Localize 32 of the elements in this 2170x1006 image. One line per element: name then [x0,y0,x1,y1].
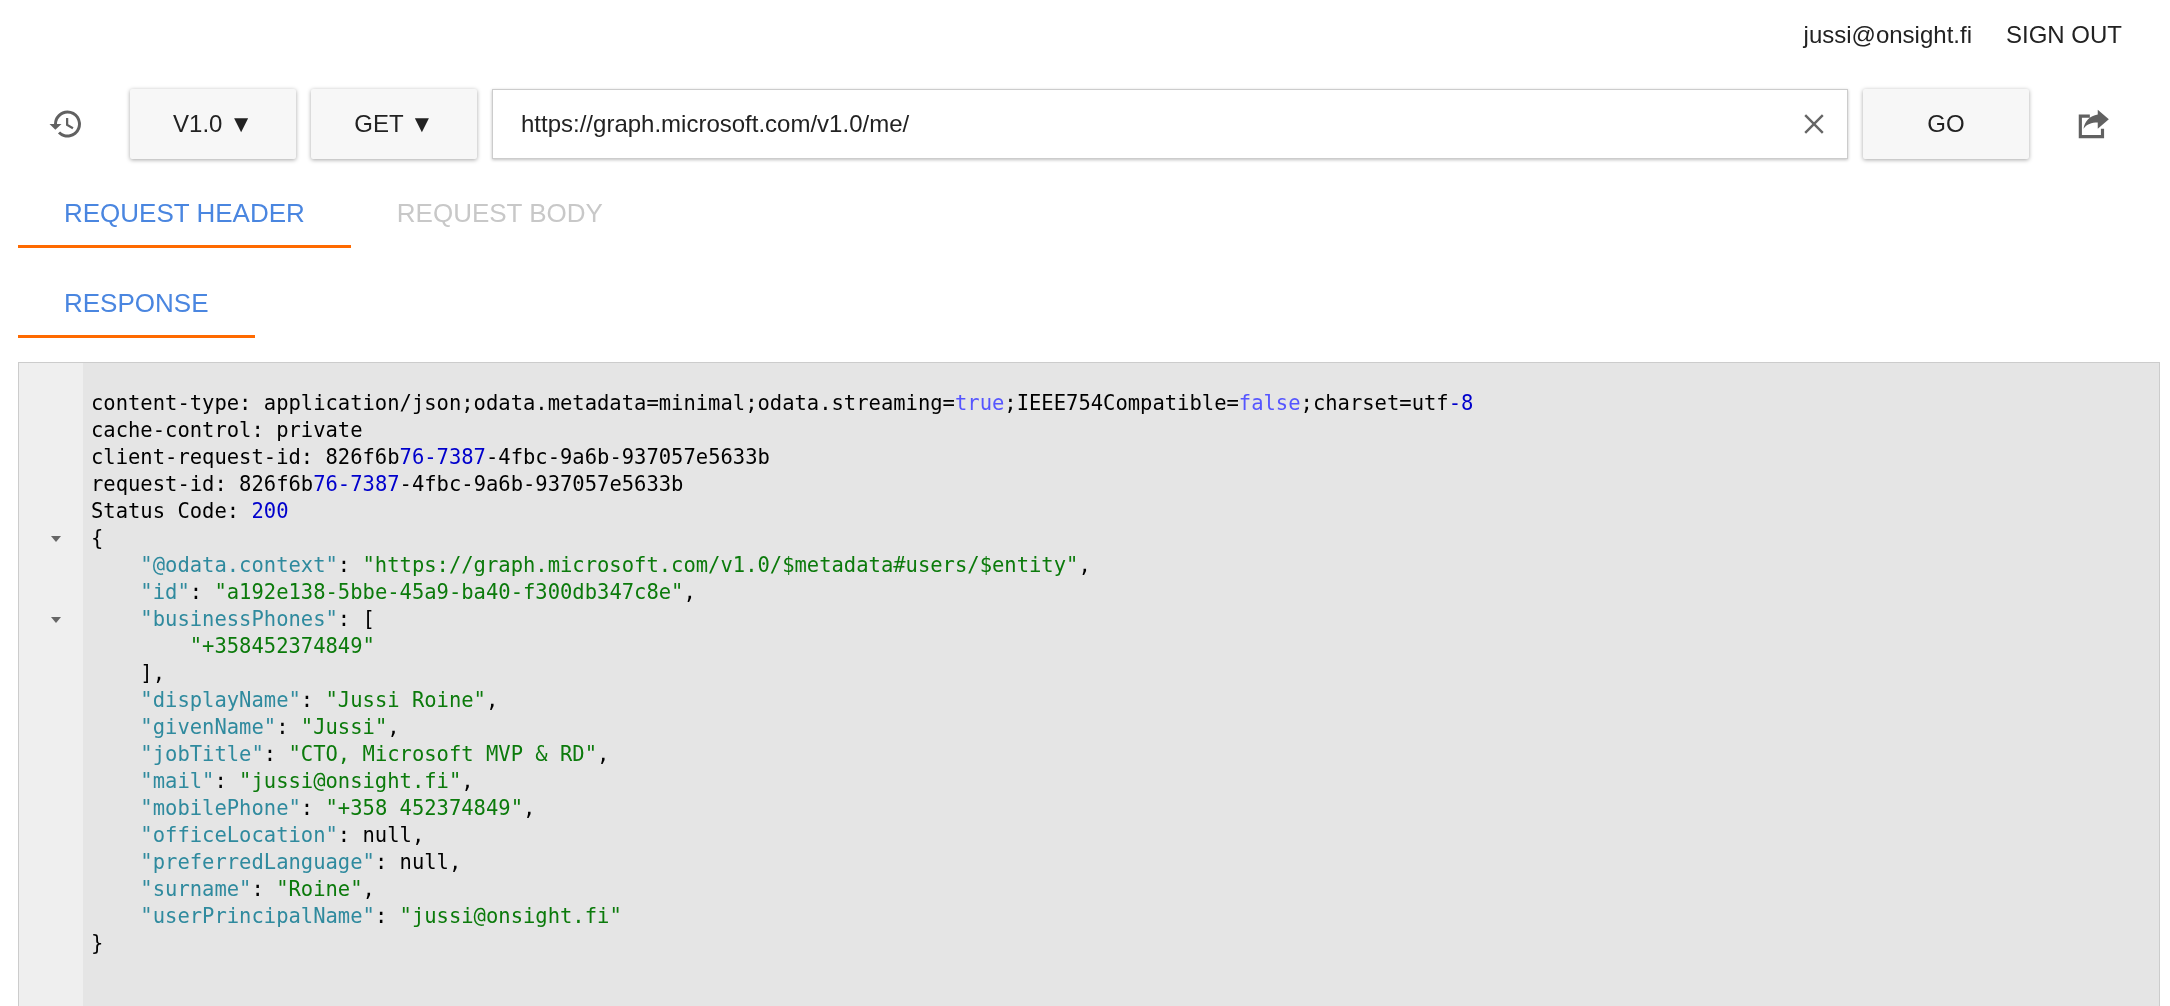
code-line: "jobTitle": "CTO, Microsoft MVP & RD", [139,742,610,766]
code-line: "mobilePhone": "+358 452374849", [139,796,536,820]
clear-icon[interactable] [1803,113,1825,135]
code-line: "givenName": "Jussi", [139,715,400,739]
code-line: content-type: application/json;odata.metadata=minimal;odata.streaming=true;IEEE754Compatible=false;charset=utf-8 [91,391,1474,415]
code-line: "id": "a192e138-5bbe-45a9-ba40-f300db347c8e", [139,580,696,604]
code-line: { [91,526,104,550]
url-field[interactable]: https://graph.microsoft.com/v1.0/me/ [492,89,1848,159]
code-line: "preferredLanguage": null, [139,850,462,874]
code-line: cache-control: private [91,418,363,442]
user-email: jussi@onsight.fi [1803,21,1972,49]
code-line: "@odata.context": "https://graph.microsoft.com/v1.0/$metadata#users/$entity", [139,553,1091,577]
fold-caret-icon[interactable] [51,535,61,542]
code-line: "mail": "jussi@onsight.fi", [139,769,474,793]
code-line: request-id: 826f6b76-7387-4fbc-9a6b-937057e5633b [91,472,684,496]
code-line: "userPrincipalName": "jussi@onsight.fi" [139,904,622,928]
code-line: "businessPhones": [ [139,607,375,631]
code-line: "surname": "Roine", [139,877,375,901]
sign-out-link[interactable]: SIGN OUT [2006,21,2122,49]
code-line: "+358452374849" [188,634,375,658]
go-button[interactable]: GO [1863,89,2029,159]
code-line: client-request-id: 826f6b76-7387-4fbc-9a6b-937057e5633b [91,445,770,469]
code-line: Status Code: 200 [91,499,289,523]
version-dropdown[interactable]: V1.0 ▼ [130,89,296,159]
tab[interactable]: REQUEST HEADER [18,160,351,248]
code-line: } [91,931,104,955]
code-line: "officeLocation": null, [139,823,425,847]
method-dropdown[interactable]: GET ▼ [311,89,477,159]
code-line: "displayName": "Jussi Roine", [139,688,499,712]
tab[interactable]: RESPONSE [18,250,255,338]
fold-caret-icon[interactable] [51,616,61,623]
code-line: ], [139,661,166,685]
